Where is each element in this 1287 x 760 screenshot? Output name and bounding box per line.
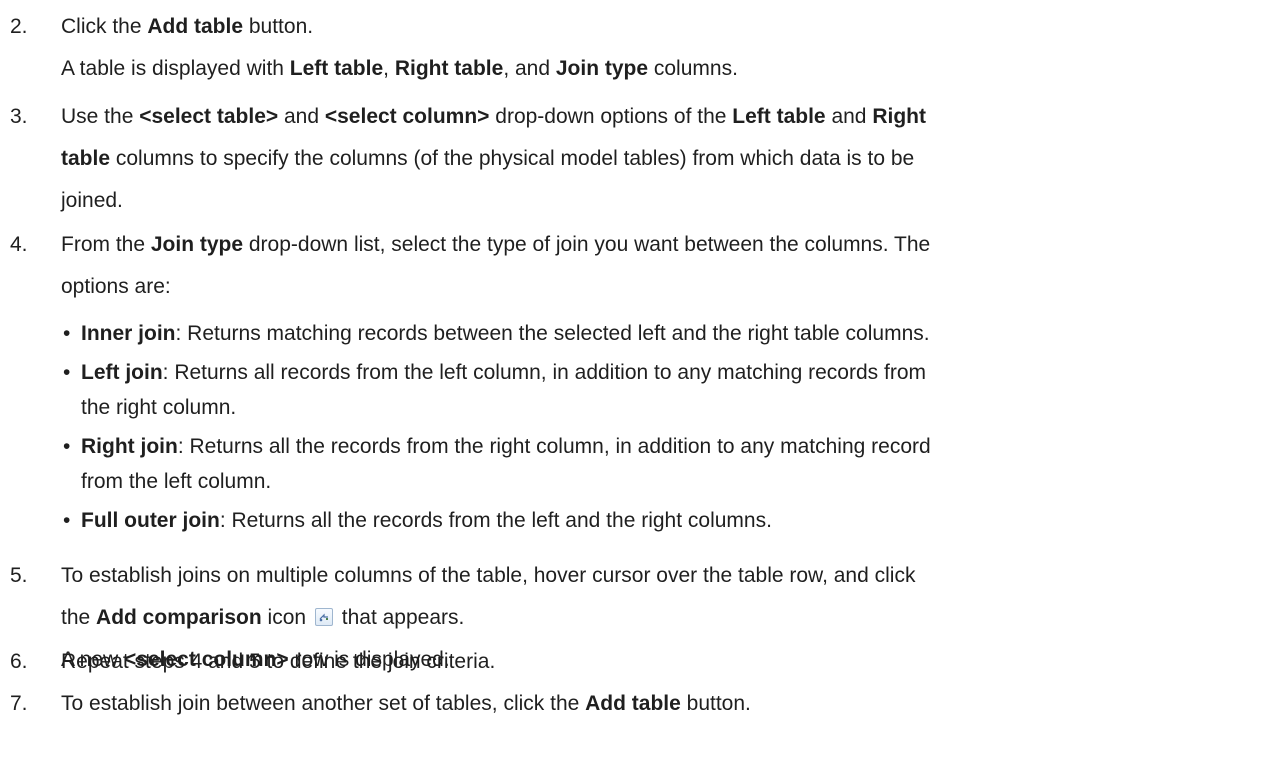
- ui-term: Join type: [555, 57, 649, 80]
- text-run: columns to specify the columns (of the p…: [110, 147, 915, 170]
- bullet-line: from the left column.: [81, 464, 931, 499]
- text-run: columns.: [648, 57, 738, 80]
- text-run: and: [278, 105, 325, 128]
- add-comparison-icon: [314, 608, 333, 626]
- step-line: To establish join between another set of…: [61, 683, 751, 725]
- step-line: options are:: [61, 266, 931, 308]
- list-item: • Right join: Returns all the records fro…: [63, 429, 931, 499]
- text-run: the: [61, 606, 97, 629]
- text-run: From the: [61, 233, 151, 256]
- text-run: from the left column.: [81, 470, 272, 493]
- ui-term: Join type: [150, 233, 244, 256]
- text-run: Use the: [61, 105, 140, 128]
- text-run: joined.: [61, 189, 123, 212]
- text-run: To establish joins on multiple columns o…: [61, 564, 916, 587]
- step-4: 4. From the Join type drop-down list, sel…: [0, 224, 931, 542]
- step-line: Repeat steps 4 and 5 to define the join …: [61, 641, 495, 683]
- step-number: 7.: [10, 692, 28, 715]
- text-run: button.: [243, 15, 314, 38]
- text-run: and: [825, 105, 873, 128]
- text-run: ,: [383, 57, 395, 80]
- text-run: drop-down list, select the type of join …: [243, 233, 931, 256]
- step-line: joined.: [61, 180, 926, 222]
- step-line: Click the Add table button.: [61, 6, 738, 48]
- text-run: icon: [261, 606, 312, 629]
- ui-term: Left table: [289, 57, 384, 80]
- join-type-options-list: • Inner join: Returns matching records be…: [0, 316, 931, 538]
- ui-term: Right table: [394, 57, 504, 80]
- ui-term: Right: [872, 105, 926, 128]
- step-line: A table is displayed with Left table, Ri…: [61, 48, 738, 90]
- ui-term: <select column>: [324, 105, 490, 128]
- ui-term: Left join: [81, 361, 163, 384]
- ui-term: Right join: [81, 435, 178, 458]
- list-item: • Inner join: Returns matching records be…: [63, 316, 931, 351]
- ui-term: Inner join: [81, 322, 176, 345]
- ui-term: <select table>: [139, 105, 279, 128]
- bullet-marker: •: [63, 435, 71, 458]
- text-run: A table is displayed with: [61, 57, 290, 80]
- text-run: To establish join between another set of…: [61, 692, 586, 715]
- ui-term: Add table: [147, 15, 244, 38]
- bullet-line: Left join: Returns all records from the …: [81, 355, 931, 390]
- list-item: • Full outer join: Returns all the record…: [63, 503, 931, 538]
- text-run: Click the: [61, 15, 148, 38]
- step-2: 2. Click the Add table button. A table is …: [0, 6, 738, 90]
- bullet-marker: •: [63, 509, 71, 532]
- text-run: the right column.: [81, 396, 237, 419]
- text-run: : Returns matching records between the s…: [175, 322, 930, 345]
- ui-term: Add table: [585, 692, 681, 715]
- step-number: 5.: [10, 564, 28, 587]
- procedure-steps: 2. Click the Add table button. A table is …: [0, 0, 1287, 760]
- step-number: 2.: [10, 15, 28, 38]
- step-7: 7. To establish join between another set …: [0, 683, 751, 725]
- ui-term: Add comparison: [96, 606, 262, 629]
- bullet-marker: •: [63, 322, 71, 345]
- step-line: To establish joins on multiple columns o…: [61, 555, 915, 597]
- step-number: 3.: [10, 105, 28, 128]
- step-number: 4.: [10, 233, 28, 256]
- text-run: drop-down options of the: [489, 105, 733, 128]
- step-3: 3. Use the <select table> and <select col…: [0, 96, 926, 222]
- step-line: Use the <select table> and <select colum…: [61, 96, 926, 138]
- text-run: : Returns all the records from the right…: [177, 435, 931, 458]
- bullet-marker: •: [63, 361, 71, 384]
- bullet-line: Full outer join: Returns all the records…: [81, 503, 931, 538]
- ui-term: Left table: [732, 105, 826, 128]
- step-line: table columns to specify the columns (of…: [61, 138, 926, 180]
- text-run: that appears.: [335, 606, 465, 629]
- step-line: From the Join type drop-down list, selec…: [61, 224, 931, 266]
- text-run: Repeat steps 4 and 5 to define the join …: [61, 650, 496, 673]
- text-run: button.: [680, 692, 751, 715]
- ui-term: Full outer join: [81, 509, 220, 532]
- bullet-line: Inner join: Returns matching records bet…: [81, 316, 931, 351]
- text-run: : Returns all the records from the left …: [219, 509, 772, 532]
- list-item: • Left join: Returns all records from the…: [63, 355, 931, 425]
- bullet-line: the right column.: [81, 390, 931, 425]
- step-line: the Add comparison icon that appears.: [61, 597, 915, 639]
- step-number: 6.: [10, 650, 28, 673]
- text-run: , and: [503, 57, 556, 80]
- text-run: : Returns all records from the left colu…: [162, 361, 926, 384]
- ui-term: table: [61, 147, 111, 170]
- bullet-line: Right join: Returns all the records from…: [81, 429, 931, 464]
- text-run: options are:: [61, 275, 171, 298]
- step-6: 6. Repeat steps 4 and 5 to define the joi…: [0, 641, 495, 683]
